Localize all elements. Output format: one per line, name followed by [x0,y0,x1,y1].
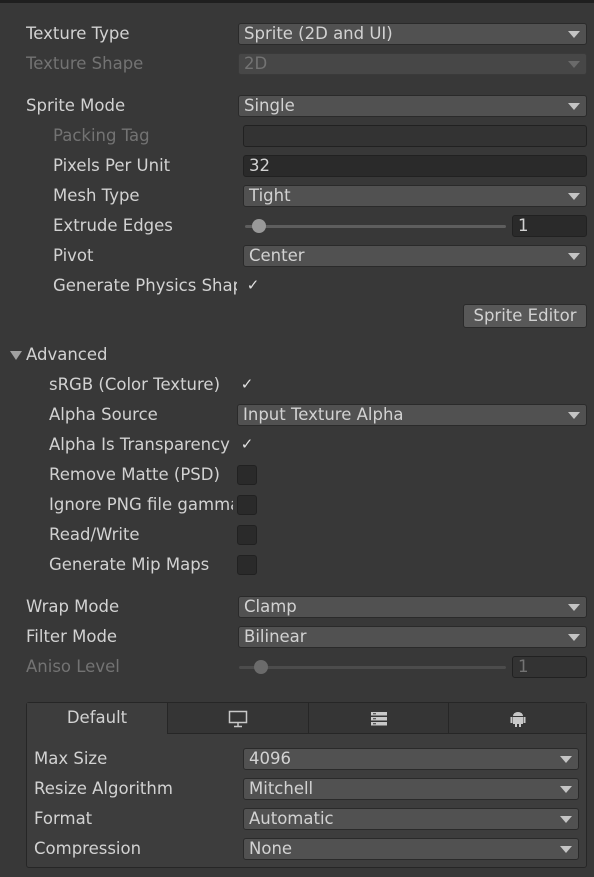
pivot-label: Pivot [53,246,94,265]
tab-android[interactable] [448,703,586,734]
wrap-mode-value: Clamp [244,597,297,616]
aniso-level-slider-thumb [254,660,269,674]
sprite-mode-label: Sprite Mode [26,96,126,115]
compression-label: Compression [34,839,142,858]
resize-algorithm-value: Mitchell [249,779,314,798]
aniso-level-slider-track [239,666,506,669]
top-border [0,0,594,3]
chevron-down-icon [568,604,580,611]
chevron-down-icon [568,193,580,200]
texture-type-label: Texture Type [26,24,130,43]
chevron-down-icon [568,253,580,260]
chevron-down-icon [560,786,572,793]
packing-tag-label: Packing Tag [53,126,150,145]
chevron-down-icon [560,846,572,853]
max-size-dropdown[interactable]: 4096 [243,748,579,770]
ignore-png-gamma-checkbox[interactable] [237,495,257,515]
sprite-mode-value: Single [244,96,295,115]
chevron-down-icon [560,756,572,763]
alpha-is-transparency-label: Alpha Is Transparency [49,435,230,454]
resize-algorithm-label: Resize Algorithm [34,779,173,798]
max-size-value: 4096 [249,749,291,768]
alpha-is-transparency-checkbox[interactable]: ✓ [237,435,257,455]
android-icon [510,711,525,727]
server-icon [370,711,387,725]
filter-mode-label: Filter Mode [26,627,118,646]
compression-dropdown[interactable]: None [243,838,579,860]
packing-tag-input [243,125,587,147]
extrude-edges-label: Extrude Edges [53,216,173,235]
chevron-down-icon [568,31,580,38]
chevron-down-icon [568,634,580,641]
wrap-mode-label: Wrap Mode [26,597,120,616]
srgb-label: sRGB (Color Texture) [49,375,221,394]
monitor-icon [228,710,248,727]
format-label: Format [34,809,93,828]
tab-server[interactable] [308,703,448,734]
texture-shape-dropdown: 2D [238,53,587,75]
wrap-mode-dropdown[interactable]: Clamp [238,596,587,618]
max-size-label: Max Size [34,749,108,768]
texture-type-dropdown[interactable]: Sprite (2D and UI) [238,23,587,45]
texture-type-value: Sprite (2D and UI) [244,24,393,43]
extrude-edges-input[interactable]: 1 [512,215,587,237]
format-dropdown[interactable]: Automatic [243,808,579,830]
pixels-per-unit-input[interactable]: 32 [243,155,587,177]
read-write-label: Read/Write [49,525,140,544]
extrude-edges-slider-thumb[interactable] [252,219,267,233]
generate-physics-shape-label: Generate Physics Shape [53,276,237,295]
aniso-level-input: 1 [512,656,587,678]
read-write-checkbox[interactable] [237,525,257,545]
pivot-dropdown[interactable]: Center [243,245,587,267]
chevron-down-icon [568,103,580,110]
remove-matte-checkbox[interactable] [237,465,257,485]
chevron-down-icon [568,412,580,419]
generate-physics-shape-checkbox[interactable]: ✓ [243,276,263,296]
mesh-type-value: Tight [249,186,291,205]
texture-shape-label: Texture Shape [26,54,144,73]
resize-algorithm-dropdown[interactable]: Mitchell [243,778,579,800]
aniso-level-label: Aniso Level [26,657,120,676]
sprite-editor-button[interactable]: Sprite Editor [463,304,587,328]
extrude-edges-slider-track[interactable] [245,225,506,228]
chevron-down-icon [568,61,580,68]
alpha-source-dropdown[interactable]: Input Texture Alpha [237,404,587,426]
filter-mode-value: Bilinear [244,627,307,646]
compression-value: None [249,839,293,858]
platform-settings-panel: Default Max Size 4096 Resize Algorithm M… [26,702,587,868]
generate-mip-maps-checkbox[interactable] [237,555,257,575]
chevron-down-icon [560,816,572,823]
ignore-png-gamma-label: Ignore PNG file gamma [49,495,233,514]
sprite-mode-dropdown[interactable]: Single [238,95,587,117]
srgb-checkbox[interactable]: ✓ [237,375,257,395]
tab-default[interactable]: Default [27,703,167,734]
alpha-source-label: Alpha Source [49,405,158,424]
pivot-value: Center [249,246,305,265]
texture-shape-value: 2D [244,54,268,73]
mesh-type-label: Mesh Type [53,186,140,205]
filter-mode-dropdown[interactable]: Bilinear [238,626,587,648]
mesh-type-dropdown[interactable]: Tight [243,185,587,207]
format-value: Automatic [249,809,334,828]
triangle-down-icon [10,351,22,360]
remove-matte-label: Remove Matte (PSD) [49,465,220,484]
alpha-source-value: Input Texture Alpha [243,405,404,424]
tab-standalone[interactable] [167,703,308,734]
generate-mip-maps-label: Generate Mip Maps [49,555,210,574]
advanced-label: Advanced [26,345,108,364]
pixels-per-unit-label: Pixels Per Unit [53,156,171,175]
